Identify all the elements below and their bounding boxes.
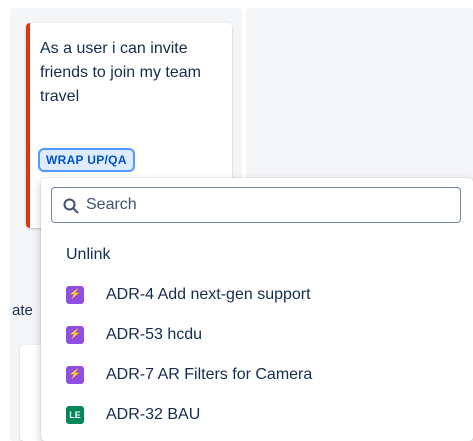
issue-option[interactable]: ⚡ ADR-7 AR Filters for Camera xyxy=(41,356,473,394)
epic-icon: ⚡ xyxy=(66,286,84,304)
issue-option[interactable]: ⚡ ADR-4 Add next-gen support xyxy=(41,276,473,314)
search-input[interactable] xyxy=(86,188,446,222)
card-summary: As a user i can invite friends to join m… xyxy=(40,40,201,105)
search-icon xyxy=(63,198,79,214)
search-field[interactable] xyxy=(51,187,461,223)
partial-column-text: ate xyxy=(12,302,33,319)
issue-option-label: ADR-53 hcdu xyxy=(106,326,203,343)
link-epic-dropdown: Unlink ⚡ ADR-4 Add next-gen support ⚡ AD… xyxy=(41,178,473,441)
issue-option[interactable]: LE ADR-32 BAU xyxy=(41,396,473,434)
epic-icon: ⚡ xyxy=(66,326,84,344)
project-icon: LE xyxy=(66,406,84,424)
board: As a user i can invite friends to join m… xyxy=(0,0,473,441)
status-lozenge[interactable]: WRAP UP/QA xyxy=(38,148,135,172)
epic-icon: ⚡ xyxy=(66,366,84,384)
issue-option-label: ADR-32 BAU xyxy=(106,406,201,423)
issue-option-label: ADR-4 Add next-gen support xyxy=(106,286,311,303)
card-priority-accent xyxy=(26,23,30,228)
issue-option[interactable]: ⚡ ADR-53 hcdu xyxy=(41,316,473,354)
unlink-option[interactable]: Unlink xyxy=(41,236,473,274)
unlink-label: Unlink xyxy=(66,246,111,263)
issue-option-label: ADR-7 AR Filters for Camera xyxy=(106,366,313,383)
